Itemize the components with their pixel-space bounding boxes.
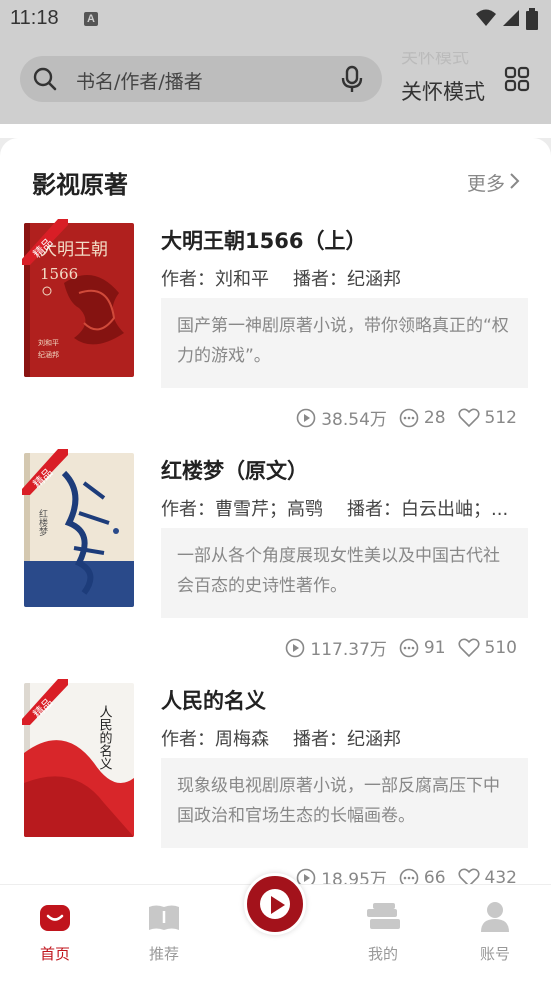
grid-menu-icon[interactable] — [504, 66, 530, 92]
nav-account-label: 账号 — [479, 945, 510, 963]
microphone-icon[interactable] — [340, 65, 364, 93]
user-icon — [481, 902, 509, 932]
status-time: 11:18 — [10, 7, 59, 29]
premium-badge: 精品 — [22, 679, 68, 725]
top-header: 11:18 A 书名/作者/播者 关怀模式 关怀模式 — [0, 0, 551, 124]
like-count-value: 510 — [484, 637, 517, 658]
book-title[interactable]: 人民的名义 — [161, 685, 266, 715]
search-bar[interactable]: 书名/作者/播者 — [20, 56, 382, 102]
cover-narrator: 纪涵邦 — [38, 350, 59, 359]
book-stats: 38.54万 28 512 — [284, 405, 517, 430]
more-link[interactable]: 更多 — [467, 169, 505, 196]
nav-home-label: 首页 — [39, 945, 70, 963]
book-title[interactable]: 红楼梦（原文） — [161, 455, 308, 485]
book-item[interactable]: 红楼梦 精品 红楼梦（原文） 作者：曹雪芹；高鹗 播者：白云出岫；... 一部从各… — [0, 449, 551, 683]
play-count: 117.37万 — [285, 635, 387, 660]
book-meta: 作者：刘和平 播者：纪涵邦 — [161, 265, 521, 291]
bottom-nav: 首页 推荐 我的 账号 — [0, 873, 551, 981]
heart-icon[interactable] — [457, 408, 480, 428]
status-bar: 11:18 A — [0, 0, 551, 38]
like-count[interactable]: 510 — [457, 637, 517, 658]
cover-title: 红楼梦 — [37, 508, 48, 537]
book-open-icon — [149, 905, 179, 930]
book-description: 现象级电视剧原著小说，一部反腐高压下中国政治和官场生态的长幅画卷。 — [161, 758, 528, 848]
search-placeholder: 书名/作者/播者 — [76, 71, 203, 93]
cover-title: 人民的名义 — [97, 705, 113, 770]
wifi-icon — [476, 9, 496, 26]
bookshelf-icon — [367, 903, 400, 929]
book-narrator: 播者：纪涵邦 — [293, 729, 401, 750]
chevron-right-icon[interactable] — [509, 172, 521, 190]
home-icon — [40, 905, 70, 931]
system-icons — [475, 8, 539, 30]
comment-count: 91 — [399, 638, 446, 658]
book-item[interactable]: 大明王朝 1566 刘和平 纪涵邦 精品 大明王朝1566（上） 作者：刘和平播… — [0, 219, 551, 453]
play-count-value: 38.54万 — [321, 410, 387, 430]
comment-count: 28 — [399, 408, 446, 428]
care-mode-ghost-label: 关怀模式 — [401, 52, 469, 68]
play-triangle — [271, 896, 285, 914]
book-description: 国产第一神剧原著小说，带你领略真正的“权力的游戏”。 — [161, 298, 528, 388]
comment-count-value: 28 — [423, 407, 446, 428]
nav-mine-label: 我的 — [367, 945, 398, 963]
search-icon — [33, 67, 57, 91]
play-circle-icon — [296, 408, 316, 427]
play-button[interactable] — [244, 873, 306, 935]
like-count[interactable]: 512 — [457, 407, 517, 428]
premium-badge: 精品 — [22, 219, 68, 265]
premium-badge: 精品 — [22, 449, 68, 495]
care-mode-button[interactable]: 关怀模式 — [401, 76, 485, 106]
play-count-value: 117.37万 — [310, 640, 387, 660]
comment-icon — [399, 638, 419, 657]
comment-icon — [399, 408, 419, 427]
section-title: 影视原著 — [32, 171, 128, 199]
like-count-value: 512 — [484, 407, 517, 428]
book-description: 一部从各个角度展现女性美以及中国古代社会百态的史诗性著作。 — [161, 528, 528, 618]
play-count: 38.54万 — [296, 405, 387, 430]
cover-author: 刘和平 — [38, 338, 59, 347]
book-author: 作者：曹雪芹；高鹗 — [161, 499, 323, 520]
nav-recommend-label: 推荐 — [148, 945, 179, 963]
card-top-strip — [0, 124, 551, 138]
signal-icon — [503, 10, 519, 26]
book-author: 作者：刘和平 — [161, 269, 269, 290]
book-title[interactable]: 大明王朝1566（上） — [161, 225, 366, 255]
book-meta: 作者：周梅森 播者：纪涵邦 — [161, 725, 521, 751]
notification-a-icon: A — [84, 12, 98, 26]
cover-subtitle: 1566 — [40, 265, 78, 283]
book-meta: 作者：曹雪芹；高鹗 播者：白云出岫；... — [161, 495, 521, 521]
battery-icon — [526, 8, 538, 30]
play-circle-icon — [286, 638, 305, 657]
book-stats: 117.37万 91 510 — [273, 635, 517, 660]
heart-icon[interactable] — [457, 638, 480, 658]
book-narrator: 播者：白云出岫；... — [347, 499, 509, 520]
book-narrator: 播者：纪涵邦 — [293, 269, 401, 290]
comment-count-value: 91 — [423, 637, 446, 658]
book-author: 作者：周梅森 — [161, 729, 269, 750]
